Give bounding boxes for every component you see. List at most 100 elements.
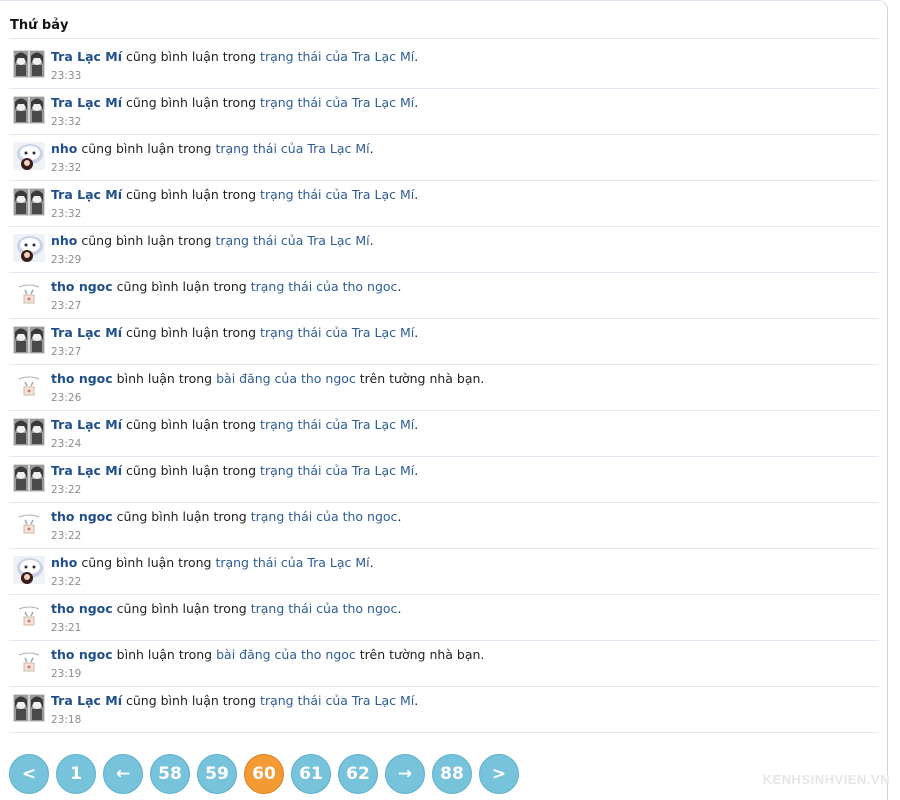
avatar[interactable] (13, 96, 45, 124)
user-link[interactable]: Tra Lạc Mí (51, 49, 122, 64)
user-link[interactable]: tho ngoc (51, 509, 113, 524)
tail-text: . (369, 141, 374, 156)
action-text: cũng bình luận trong (125, 187, 257, 202)
action-text: cũng bình luận trong (81, 141, 212, 156)
target-link[interactable]: trạng thái của tho ngoc (251, 601, 398, 616)
tail-text: . (397, 601, 402, 616)
feed-item: Tra Lạc Mí cũng bình luận trong trạng th… (9, 319, 879, 365)
target-link[interactable]: trạng thái của Tra Lạc Mí (260, 49, 414, 64)
page-61-button[interactable]: 61 (291, 754, 331, 794)
feed-text: tho ngoc cũng bình luận trong trạng thái… (51, 509, 401, 524)
user-link[interactable]: Tra Lạc Mí (51, 95, 122, 110)
target-link[interactable]: trạng thái của Tra Lạc Mí (215, 233, 369, 248)
target-link[interactable]: bài đăng của tho ngoc (216, 371, 356, 386)
timestamp: 23:27 (51, 300, 82, 312)
avatar[interactable] (13, 188, 45, 216)
target-link[interactable]: trạng thái của Tra Lạc Mí (215, 555, 369, 570)
tail-text: . (414, 49, 419, 64)
tail-text: . (369, 555, 374, 570)
page-jump-forward-button[interactable]: → (385, 754, 425, 794)
target-link[interactable]: trạng thái của tho ngoc (251, 509, 398, 524)
user-link[interactable]: tho ngoc (51, 279, 113, 294)
target-link[interactable]: trạng thái của Tra Lạc Mí (260, 325, 414, 340)
avatar[interactable] (13, 234, 45, 262)
avatar[interactable] (13, 464, 45, 492)
target-link[interactable]: trạng thái của Tra Lạc Mí (260, 95, 414, 110)
page-60-button[interactable]: 60 (244, 754, 284, 794)
feed-item: nho cũng bình luận trong trạng thái của … (9, 549, 879, 595)
watermark: KENHSINHVIEN.VN (762, 772, 890, 787)
avatar[interactable] (13, 694, 45, 722)
feed-item: tho ngoc bình luận trong bài đăng của th… (9, 365, 879, 411)
avatar[interactable] (13, 648, 45, 676)
timestamp: 23:24 (51, 438, 82, 450)
target-link[interactable]: trạng thái của Tra Lạc Mí (215, 141, 369, 156)
tail-text: . (397, 509, 402, 524)
timestamp: 23:29 (51, 254, 82, 266)
day-heading: Thứ bảy (10, 18, 69, 33)
tail-text: . (369, 233, 374, 248)
avatar[interactable] (13, 50, 45, 78)
timestamp: 23:22 (51, 530, 82, 542)
feed-text: Tra Lạc Mí cũng bình luận trong trạng th… (51, 95, 418, 110)
avatar[interactable] (13, 556, 45, 584)
timestamp: 23:27 (51, 346, 82, 358)
feed-text: Tra Lạc Mí cũng bình luận trong trạng th… (51, 463, 418, 478)
tail-text: . (414, 417, 419, 432)
page-88-button[interactable]: 88 (432, 754, 472, 794)
action-text: cũng bình luận trong (125, 417, 257, 432)
target-link[interactable]: bài đăng của tho ngoc (216, 647, 356, 662)
user-link[interactable]: nho (51, 555, 77, 570)
avatar[interactable] (13, 142, 45, 170)
user-link[interactable]: nho (51, 141, 77, 156)
timestamp: 23:32 (51, 116, 82, 128)
feed-text: tho ngoc cũng bình luận trong trạng thái… (51, 601, 401, 616)
feed-item: nho cũng bình luận trong trạng thái của … (9, 227, 879, 273)
page-jump-back-button[interactable]: ← (103, 754, 143, 794)
user-link[interactable]: Tra Lạc Mí (51, 325, 122, 340)
user-link[interactable]: Tra Lạc Mí (51, 187, 122, 202)
user-link[interactable]: tho ngoc (51, 371, 113, 386)
user-link[interactable]: tho ngoc (51, 601, 113, 616)
tail-text: . (414, 693, 419, 708)
tail-text: . (414, 187, 419, 202)
timestamp: 23:22 (51, 576, 82, 588)
target-link[interactable]: trạng thái của Tra Lạc Mí (260, 187, 414, 202)
timestamp: 23:18 (51, 714, 82, 726)
user-link[interactable]: Tra Lạc Mí (51, 417, 122, 432)
tail-text: . (414, 95, 419, 110)
user-link[interactable]: Tra Lạc Mí (51, 693, 122, 708)
prev-page-button[interactable]: < (9, 754, 49, 794)
action-text: cũng bình luận trong (125, 693, 257, 708)
feed-text: Tra Lạc Mí cũng bình luận trong trạng th… (51, 693, 418, 708)
feed-text: Tra Lạc Mí cũng bình luận trong trạng th… (51, 417, 418, 432)
feed-text: tho ngoc cũng bình luận trong trạng thái… (51, 279, 401, 294)
user-link[interactable]: nho (51, 233, 77, 248)
avatar[interactable] (13, 418, 45, 446)
page-58-button[interactable]: 58 (150, 754, 190, 794)
page-1-button[interactable]: 1 (56, 754, 96, 794)
avatar[interactable] (13, 372, 45, 400)
target-link[interactable]: trạng thái của Tra Lạc Mí (260, 463, 414, 478)
feed-item: tho ngoc bình luận trong bài đăng của th… (9, 641, 879, 687)
avatar[interactable] (13, 280, 45, 308)
target-link[interactable]: trạng thái của tho ngoc (251, 279, 398, 294)
action-text: bình luận trong (116, 647, 213, 662)
target-link[interactable]: trạng thái của Tra Lạc Mí (260, 417, 414, 432)
page-62-button[interactable]: 62 (338, 754, 378, 794)
feed-text: tho ngoc bình luận trong bài đăng của th… (51, 371, 484, 386)
user-link[interactable]: Tra Lạc Mí (51, 463, 122, 478)
feed-item: Tra Lạc Mí cũng bình luận trong trạng th… (9, 687, 879, 733)
next-page-button[interactable]: > (479, 754, 519, 794)
avatar[interactable] (13, 326, 45, 354)
avatar[interactable] (13, 510, 45, 538)
tail-text: . (397, 279, 402, 294)
user-link[interactable]: tho ngoc (51, 647, 113, 662)
avatar[interactable] (13, 602, 45, 630)
feed-text: nho cũng bình luận trong trạng thái của … (51, 233, 374, 248)
page-59-button[interactable]: 59 (197, 754, 237, 794)
timestamp: 23:33 (51, 70, 82, 82)
target-link[interactable]: trạng thái của Tra Lạc Mí (260, 693, 414, 708)
notifications-panel: Thứ bảy Tra Lạc Mí cũng bình luận trong … (0, 0, 888, 800)
feed-text: tho ngoc bình luận trong bài đăng của th… (51, 647, 484, 662)
